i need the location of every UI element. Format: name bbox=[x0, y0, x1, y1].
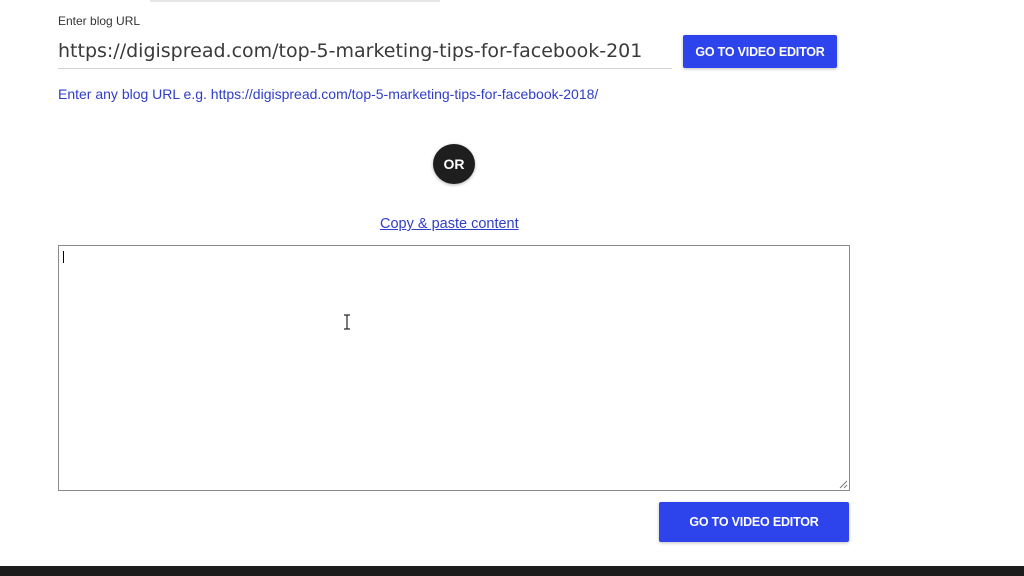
go-to-video-editor-button-top[interactable]: GO TO VIDEO EDITOR bbox=[683, 35, 837, 68]
blog-url-input[interactable] bbox=[58, 34, 672, 69]
go-to-video-editor-button-bottom[interactable]: GO TO VIDEO EDITOR bbox=[659, 502, 849, 542]
top-divider bbox=[150, 0, 440, 2]
page: Enter blog URL GO TO VIDEO EDITOR Enter … bbox=[0, 0, 1024, 576]
or-badge: OR bbox=[433, 144, 475, 184]
text-caret bbox=[63, 251, 64, 263]
blog-url-hint: Enter any blog URL e.g. https://digispre… bbox=[58, 86, 599, 102]
ibeam-cursor-icon bbox=[344, 314, 350, 330]
resize-grip-icon[interactable] bbox=[838, 479, 848, 489]
or-label: OR bbox=[443, 156, 465, 172]
footer-bar bbox=[0, 566, 1024, 576]
blog-url-label: Enter blog URL bbox=[58, 14, 141, 28]
copy-paste-content-link[interactable]: Copy & paste content bbox=[380, 216, 519, 232]
content-textarea[interactable] bbox=[58, 245, 850, 491]
